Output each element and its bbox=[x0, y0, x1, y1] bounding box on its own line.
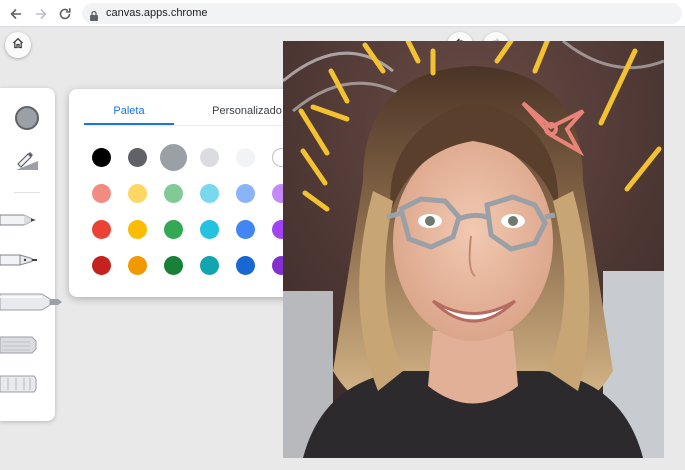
tool-divider bbox=[14, 192, 40, 193]
color-swatch[interactable] bbox=[128, 148, 147, 167]
chalk-tool-icon[interactable] bbox=[0, 374, 40, 399]
color-swatch[interactable] bbox=[128, 184, 147, 203]
color-picker-button[interactable] bbox=[15, 106, 39, 130]
color-swatch[interactable] bbox=[236, 184, 255, 203]
home-button[interactable] bbox=[5, 32, 31, 58]
color-swatch[interactable] bbox=[92, 256, 111, 275]
active-tab-indicator bbox=[84, 123, 174, 125]
color-swatch[interactable] bbox=[92, 220, 111, 239]
color-swatch[interactable] bbox=[160, 144, 187, 171]
home-icon bbox=[12, 36, 24, 54]
color-swatch[interactable] bbox=[128, 256, 147, 275]
pen-tool-icon[interactable] bbox=[0, 212, 40, 233]
color-palette-popup: Paleta Personalizado bbox=[69, 89, 314, 297]
tab-paleta[interactable]: Paleta bbox=[84, 105, 174, 117]
tool-rail bbox=[0, 88, 62, 421]
drawing-canvas[interactable] bbox=[283, 41, 664, 458]
color-swatch[interactable] bbox=[200, 256, 219, 275]
color-swatch[interactable] bbox=[200, 184, 219, 203]
portrait-photo bbox=[283, 41, 664, 458]
color-swatch[interactable] bbox=[236, 220, 255, 239]
fill-tool-icon[interactable] bbox=[14, 150, 40, 177]
browser-toolbar: canvas.apps.chrome bbox=[0, 0, 685, 27]
reload-icon[interactable] bbox=[55, 4, 75, 24]
fountain-pen-tool-icon[interactable] bbox=[0, 252, 40, 273]
color-swatch[interactable] bbox=[164, 256, 183, 275]
color-swatch[interactable] bbox=[200, 220, 219, 239]
back-arrow-icon[interactable] bbox=[6, 4, 26, 24]
lock-icon bbox=[89, 8, 99, 26]
canvas-app: Paleta Personalizado bbox=[0, 28, 685, 470]
tab-bar-rule bbox=[84, 125, 299, 126]
color-swatch[interactable] bbox=[164, 184, 183, 203]
color-swatch[interactable] bbox=[92, 184, 111, 203]
url-text: canvas.apps.chrome bbox=[106, 7, 208, 19]
address-bar[interactable]: canvas.apps.chrome bbox=[82, 3, 682, 24]
color-swatch[interactable] bbox=[200, 148, 219, 167]
color-swatch[interactable] bbox=[236, 148, 255, 167]
color-swatch[interactable] bbox=[236, 256, 255, 275]
color-swatch[interactable] bbox=[128, 220, 147, 239]
pencil-tool-icon[interactable] bbox=[0, 335, 40, 360]
color-swatch[interactable] bbox=[92, 148, 111, 167]
marker-tool-icon[interactable] bbox=[0, 292, 64, 317]
forward-arrow-icon[interactable] bbox=[31, 4, 51, 24]
color-swatch[interactable] bbox=[164, 220, 183, 239]
